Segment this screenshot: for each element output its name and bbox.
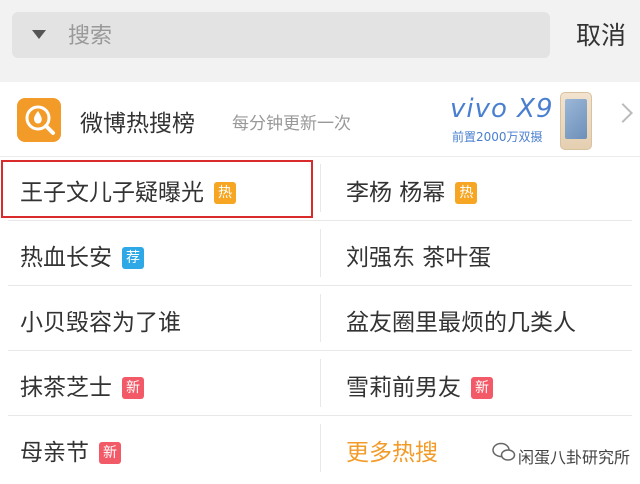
topic-text: 盆友圈里最烦的几类人 xyxy=(346,310,576,336)
hot-topic-item[interactable]: 李杨 杨幂热 xyxy=(320,156,640,220)
hot-search-card: 微博热搜榜 每分钟更新一次 vivo X9 前置2000万双摄 王子文儿子疑曝光… xyxy=(0,82,640,484)
column-divider xyxy=(320,294,321,342)
new-badge: 新 xyxy=(122,377,144,399)
hot-topic-item[interactable]: 热血长安荐 xyxy=(0,221,320,285)
topic-label: 热血长安荐 xyxy=(20,238,144,272)
hotboard-subtitle: 每分钟更新一次 xyxy=(232,114,351,134)
column-divider xyxy=(320,164,321,212)
new-badge: 新 xyxy=(99,442,121,464)
topic-text: 小贝毁容为了谁 xyxy=(20,310,181,336)
topic-text: 热血长安 xyxy=(20,245,112,271)
hotboard-header[interactable]: 微博热搜榜 每分钟更新一次 vivo X9 前置2000万双摄 xyxy=(0,82,640,157)
topic-label: 刘强东 茶叶蛋 xyxy=(346,238,491,272)
phone-image-icon xyxy=(560,92,592,150)
topic-label: 雪莉前男友新 xyxy=(346,368,493,402)
hot-search-flame-icon xyxy=(17,98,61,142)
hot-topic-item[interactable]: 母亲节新 xyxy=(0,416,320,480)
column-divider xyxy=(320,424,321,472)
ad-caption: 前置2000万双摄 xyxy=(452,130,543,144)
hot-badge: 热 xyxy=(455,182,478,204)
topic-row: 小贝毁容为了谁 盆友圈里最烦的几类人 xyxy=(0,286,640,350)
topic-row: 热血长安荐 刘强东 茶叶蛋 xyxy=(0,221,640,285)
wechat-icon xyxy=(492,442,516,461)
topic-text: 刘强东 茶叶蛋 xyxy=(346,245,492,271)
hot-topic-item[interactable]: 盆友圈里最烦的几类人 xyxy=(320,286,640,350)
column-divider xyxy=(320,359,321,407)
topic-label: 抹茶芝士新 xyxy=(20,368,144,402)
watermark-text: 闲蛋八卦研究所 xyxy=(518,448,631,467)
topic-label: 盆友圈里最烦的几类人 xyxy=(346,303,576,337)
search-bar: 取消 xyxy=(0,0,640,72)
topic-text: 雪莉前男友 xyxy=(346,375,461,401)
hotboard-title: 微博热搜榜 xyxy=(80,111,195,137)
ad-banner[interactable]: vivo X9 前置2000万双摄 xyxy=(448,90,608,150)
hot-topic-item[interactable]: 小贝毁容为了谁 xyxy=(0,286,320,350)
watermark: 闲蛋八卦研究所 xyxy=(492,440,640,467)
dropdown-caret-icon[interactable] xyxy=(32,30,46,39)
highlight-box xyxy=(1,160,313,218)
topic-text: 抹茶芝士 xyxy=(20,375,112,401)
topic-label: 母亲节新 xyxy=(20,433,121,467)
ad-brand: vivo X9 xyxy=(450,94,554,124)
topic-label: 李杨 杨幂热 xyxy=(346,173,478,207)
hot-topic-item[interactable]: 雪莉前男友新 xyxy=(320,351,640,415)
cancel-button[interactable]: 取消 xyxy=(576,16,626,52)
topic-row: 抹茶芝士新雪莉前男友新 xyxy=(0,351,640,415)
topic-text: 李杨 杨幂 xyxy=(346,180,446,206)
hot-topic-item[interactable]: 抹茶芝士新 xyxy=(0,351,320,415)
topic-label: 小贝毁容为了谁 xyxy=(20,303,181,337)
search-box[interactable] xyxy=(12,12,550,58)
rec-badge: 荐 xyxy=(122,247,144,269)
chevron-right-icon[interactable] xyxy=(613,103,633,123)
topic-text: 母亲节 xyxy=(20,440,89,466)
hot-topic-item[interactable]: 刘强东 茶叶蛋 xyxy=(320,221,640,285)
more-hot-label: 更多热搜 xyxy=(346,440,438,466)
column-divider xyxy=(320,229,321,277)
search-input[interactable] xyxy=(66,20,530,52)
new-badge: 新 xyxy=(471,377,493,399)
